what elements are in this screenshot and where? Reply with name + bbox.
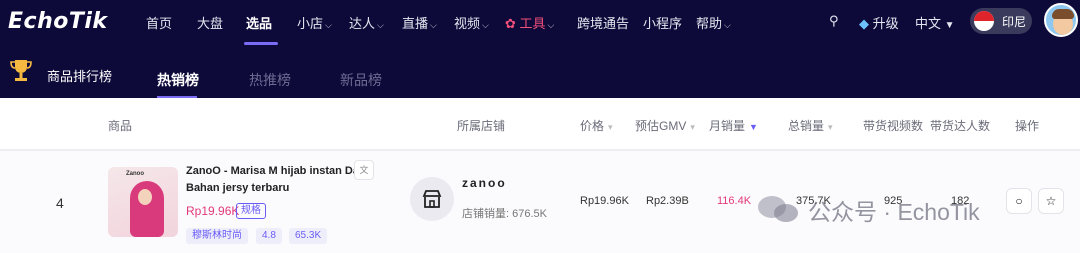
product-title[interactable]: ZanoO - Marisa M hijab instan Daily Baha… — [186, 163, 376, 197]
ranking-bar: 商品排行榜 热销榜 热推榜 新品榜 — [0, 46, 1080, 98]
sort-active-icon: ▼ — [749, 122, 758, 132]
nav-creators[interactable]: 达人 ⌵ — [349, 13, 384, 32]
sort-icon: ▾ — [690, 122, 695, 132]
caret-down-icon: ▼ — [944, 20, 955, 31]
translate-icon[interactable]: 文 — [354, 160, 374, 180]
chevron-down-icon: ⌵ — [325, 20, 332, 30]
nav-label: 帮助 — [696, 16, 723, 31]
language-select[interactable]: 中文 ▼ — [915, 13, 955, 32]
watermark-text: 公众号 · EchoTik — [808, 199, 980, 225]
logo[interactable]: EchoTik — [8, 9, 108, 34]
col-creators[interactable]: 带货达人数 — [930, 117, 990, 134]
chevron-down-icon: ⌵ — [430, 20, 437, 30]
col-label: 月销量 — [709, 119, 746, 133]
region-toggle[interactable]: 印尼 — [970, 8, 1032, 34]
col-price[interactable]: 价格 ▾ — [580, 117, 613, 134]
col-product: 商品 — [108, 119, 133, 133]
product-image-brand: Zanoo — [126, 171, 144, 177]
nav-help[interactable]: 帮助 ⌵ — [696, 13, 731, 32]
nav-mini-program[interactable]: 小程序 — [643, 13, 682, 32]
nav-label: 直播 — [402, 16, 429, 31]
category-chip: 穆斯林时尚 — [186, 228, 248, 244]
page-title: 商品排行榜 — [47, 69, 113, 84]
chevron-down-icon: ⌵ — [724, 20, 731, 30]
region-label: 印尼 — [1002, 15, 1027, 29]
gmv-value: Rp2.39B — [646, 195, 689, 207]
rating-chip: 4.8 — [256, 228, 282, 244]
price-value: Rp19.96K — [580, 195, 629, 207]
search-icon: ○ — [1015, 194, 1023, 208]
trophy-icon — [10, 60, 32, 81]
sort-icon: ▾ — [828, 122, 833, 132]
nav-label: 选品 — [246, 16, 273, 31]
star-icon: ☆ — [1045, 194, 1057, 208]
tab-hot-promoted[interactable]: 热推榜 — [249, 70, 291, 90]
reviews-chip: 65.3K — [289, 228, 328, 244]
analyze-button[interactable]: ○ — [1006, 188, 1032, 214]
openai-icon: ✿ — [505, 16, 520, 31]
sort-icon: ▾ — [608, 122, 613, 132]
shop-logo[interactable] — [410, 177, 454, 221]
search-icon[interactable]: ⚲ — [829, 13, 839, 29]
chevron-down-icon: ⌵ — [547, 20, 555, 30]
indonesia-flag-icon — [974, 11, 994, 31]
nav-label: 小店 — [297, 16, 324, 31]
rank-number: 4 — [56, 195, 64, 211]
table-header: 商品 所属店铺 价格 ▾ 预估GMV ▾ 月销量 ▼ 总销量 ▾ 带货视频数 带货达人数… — [0, 98, 1080, 150]
tab-hot-sales[interactable]: 热销榜 — [157, 70, 199, 90]
tab-new-products[interactable]: 新品榜 — [340, 70, 382, 90]
product-price: Rp19.96K — [186, 204, 240, 218]
nav-label: 工具 — [519, 16, 546, 31]
upgrade-button[interactable]: ◆ 升级 — [859, 13, 899, 32]
nav-product-selection[interactable]: 选品 — [246, 13, 272, 32]
top-navbar: EchoTik 首页 大盘 选品 小店 ⌵ 达人 ⌵ 直播 ⌵ 视频 ⌵ ✿ 工具 ⌵ 跨… — [0, 0, 1080, 46]
nav-video[interactable]: 视频 ⌵ — [454, 13, 489, 32]
wechat-icon — [758, 196, 798, 222]
nav-cross-border[interactable]: 跨境通告 — [577, 13, 629, 32]
col-monthly-sales[interactable]: 月销量 ▼ — [709, 117, 758, 134]
nav-home[interactable]: 首页 — [146, 13, 172, 32]
favorite-button[interactable]: ☆ — [1038, 188, 1064, 214]
nav-market[interactable]: 大盘 — [197, 13, 223, 32]
chevron-down-icon: ⌵ — [377, 20, 384, 30]
avatar[interactable] — [1044, 3, 1078, 37]
spec-badge[interactable]: 规格 — [236, 203, 266, 219]
upgrade-label: 升级 — [872, 16, 899, 31]
product-image[interactable]: Zanoo — [108, 167, 178, 237]
nav-live[interactable]: 直播 ⌵ — [402, 13, 437, 32]
col-shop: 所属店铺 — [457, 119, 506, 133]
col-label: 预估GMV — [635, 119, 687, 133]
nav-label: 达人 — [349, 16, 376, 31]
shop-sales: 店铺销量: 676.5K — [462, 208, 547, 220]
nav-label: 视频 — [454, 16, 481, 31]
nav-shop[interactable]: 小店 ⌵ — [297, 13, 332, 32]
col-total-sales[interactable]: 总销量 ▾ — [788, 117, 833, 134]
nav-tools[interactable]: ✿ 工具 ⌵ — [505, 13, 554, 32]
col-actions: 操作 — [1015, 119, 1040, 133]
col-label: 价格 — [580, 119, 605, 133]
shop-name[interactable]: zanoo — [462, 176, 507, 190]
monthly-sales-value: 116.4K — [717, 195, 752, 207]
chevron-down-icon: ⌵ — [482, 20, 489, 30]
active-nav-indicator — [244, 42, 278, 45]
store-icon — [422, 190, 442, 208]
col-videos[interactable]: 带货视频数 — [863, 117, 923, 134]
col-gmv[interactable]: 预估GMV ▾ — [635, 117, 695, 134]
language-label: 中文 — [915, 16, 942, 31]
diamond-icon: ◆ — [859, 16, 869, 31]
col-label: 总销量 — [788, 119, 825, 133]
